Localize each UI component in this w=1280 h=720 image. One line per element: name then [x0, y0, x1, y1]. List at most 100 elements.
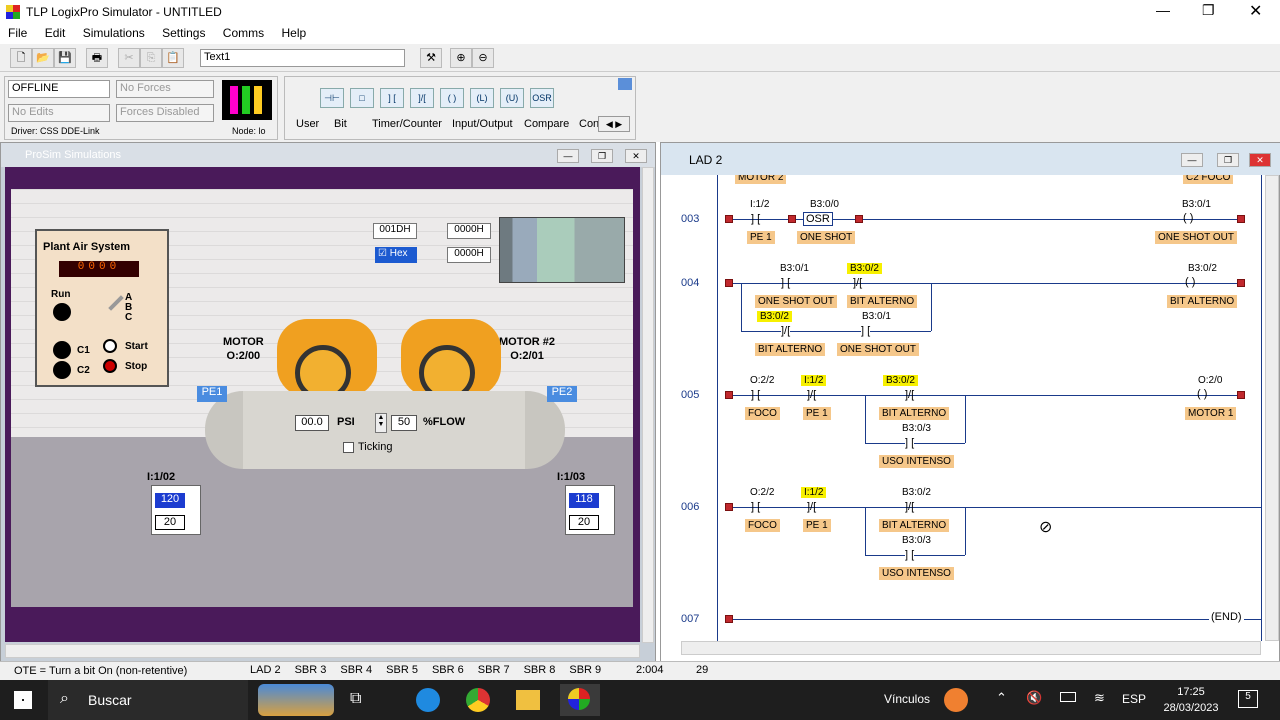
rung-006-c2-icon[interactable]: ]/[ [807, 501, 816, 513]
flow-spinner[interactable]: ▲ ▼ [375, 413, 387, 433]
xio-button[interactable]: ]/[ [410, 88, 434, 108]
hex-checkbox[interactable]: ☑ Hex [375, 247, 417, 263]
stop-button[interactable] [103, 359, 117, 373]
prosim-minimize-icon[interactable]: — [557, 149, 579, 163]
tab-con[interactable]: Con [579, 118, 599, 130]
ticking-checkbox[interactable] [343, 442, 354, 453]
tab-sbr9[interactable]: SBR 9 [569, 664, 601, 676]
lad-close-icon[interactable]: ✕ [1249, 153, 1271, 167]
zoom-in-icon[interactable]: ⊕ [450, 48, 472, 68]
prosim-restore-icon[interactable]: ❐ [591, 149, 613, 163]
lad-minimize-icon[interactable]: — [1181, 153, 1203, 167]
edge-browser-icon[interactable] [416, 688, 440, 712]
tab-sbr8[interactable]: SBR 8 [524, 664, 556, 676]
weather-icon[interactable] [944, 688, 968, 712]
tab-compare[interactable]: Compare [524, 118, 569, 130]
i102-value1[interactable]: 120 [155, 493, 185, 508]
i103-value1[interactable]: 118 [569, 493, 599, 508]
menu-simulations[interactable]: Simulations [83, 26, 145, 40]
ote-button[interactable]: ( ) [440, 88, 464, 108]
xic-button[interactable]: ] [ [380, 88, 404, 108]
prosim-close-icon[interactable]: ✕ [625, 149, 647, 163]
menu-file[interactable]: File [8, 26, 27, 40]
restore-icon[interactable]: ❐ [1202, 2, 1215, 19]
edits-select[interactable]: No Edits [8, 104, 110, 122]
start-button[interactable] [103, 339, 117, 353]
rung-005-c2-icon[interactable]: ]/[ [807, 389, 816, 401]
otu-button[interactable]: (U) [500, 88, 524, 108]
rung-006-c4-icon[interactable]: ] [ [905, 549, 915, 561]
mode-select[interactable]: OFFLINE [8, 80, 110, 98]
tab-sbr4[interactable]: SBR 4 [340, 664, 372, 676]
tab-scroll-icon[interactable]: ◀ ▶ [598, 116, 630, 132]
volume-muted-icon[interactable]: 🔇 [1026, 690, 1042, 706]
lad-restore-icon[interactable]: ❐ [1217, 153, 1239, 167]
language-label[interactable]: ESP [1122, 692, 1146, 706]
cut-icon[interactable]: ✂ [118, 48, 140, 68]
rung-004-c3-icon[interactable]: ]/[ [781, 325, 791, 337]
widget-image-icon[interactable] [258, 684, 334, 716]
otl-button[interactable]: (L) [470, 88, 494, 108]
tab-input-output[interactable]: Input/Output [452, 118, 513, 130]
rung-003-osr[interactable]: OSR [803, 212, 833, 226]
save-icon[interactable]: 💾 [54, 48, 76, 68]
rung-005-c3-icon[interactable]: ]/[ [905, 389, 914, 401]
menu-edit[interactable]: Edit [45, 26, 66, 40]
file-explorer-icon[interactable] [516, 690, 540, 710]
tab-sbr3[interactable]: SBR 3 [295, 664, 327, 676]
clock[interactable]: 17:25 28/03/2023 [1160, 684, 1222, 716]
copy-icon[interactable]: ⎘ [140, 48, 162, 68]
menu-settings[interactable]: Settings [162, 26, 205, 40]
menu-comms[interactable]: Comms [223, 26, 264, 40]
rung-button[interactable]: ⊣⊢ [320, 88, 344, 108]
osr-button[interactable]: OSR [530, 88, 554, 108]
i103-value2[interactable]: 20 [569, 515, 599, 530]
zoom-out-icon[interactable]: ⊖ [472, 48, 494, 68]
open-folder-icon[interactable]: 📂 [32, 48, 54, 68]
rung-003-coil-icon[interactable]: ( ) [1183, 212, 1193, 224]
lad-hscroll[interactable] [681, 641, 1261, 655]
branch-button[interactable]: □ [350, 88, 374, 108]
rung-003-c1-icon[interactable]: ] [ [751, 213, 760, 225]
chrome-browser-icon[interactable] [466, 688, 490, 712]
tab-timer-counter[interactable]: Timer/Counter [372, 118, 442, 130]
tab-sbr5[interactable]: SBR 5 [386, 664, 418, 676]
tab-bit[interactable]: Bit [334, 118, 347, 130]
prosim-vscroll[interactable] [642, 167, 654, 643]
minimize-icon[interactable]: — [1156, 2, 1170, 18]
rung-004-c2-icon[interactable]: ]/[ [853, 277, 862, 289]
paste-icon[interactable]: 📋 [162, 48, 184, 68]
rung-004-c4-icon[interactable]: ] [ [861, 325, 871, 337]
task-view-icon[interactable]: ⧉ [350, 690, 361, 708]
rung-004-coil-icon[interactable]: ( ) [1185, 276, 1195, 288]
links-label[interactable]: Vínculos [884, 692, 930, 706]
new-file-icon[interactable]: 🗋 [10, 48, 32, 68]
tools-icon[interactable]: ⚒ [420, 48, 442, 68]
tab-lad2[interactable]: LAD 2 [250, 664, 281, 676]
rung-004-c1-icon[interactable]: ] [ [781, 277, 790, 289]
windows-start-icon[interactable] [14, 691, 32, 709]
prosim-hscroll[interactable] [5, 644, 640, 658]
selector-switch[interactable] [108, 295, 124, 311]
refresh-icon[interactable] [618, 78, 632, 90]
forces-state-select[interactable]: Forces Disabled [116, 104, 214, 122]
flow-value[interactable]: 50 [391, 415, 417, 431]
search-box[interactable]: ⌕ Buscar [48, 680, 248, 720]
logixpro-task-icon[interactable] [560, 684, 600, 716]
wifi-icon[interactable]: ≋ [1094, 690, 1105, 706]
close-icon[interactable]: ✕ [1249, 1, 1262, 21]
battery-icon[interactable] [1060, 692, 1076, 702]
text-field[interactable]: Text1 [200, 49, 405, 67]
forces-select[interactable]: No Forces [116, 80, 214, 98]
rung-005-c4-icon[interactable]: ] [ [905, 437, 915, 449]
chevron-up-icon[interactable]: ⌃ [996, 690, 1007, 706]
rung-005-c1-icon[interactable]: ] [ [751, 389, 760, 401]
menu-help[interactable]: Help [281, 26, 306, 40]
i102-value2[interactable]: 20 [155, 515, 185, 530]
tab-sbr7[interactable]: SBR 7 [478, 664, 510, 676]
rung-006-c3-icon[interactable]: ]/[ [905, 501, 914, 513]
print-icon[interactable]: 🖶 [86, 48, 108, 68]
rung-006-c1-icon[interactable]: ] [ [751, 501, 760, 513]
tab-sbr6[interactable]: SBR 6 [432, 664, 464, 676]
notification-icon[interactable]: 5 [1238, 690, 1258, 708]
